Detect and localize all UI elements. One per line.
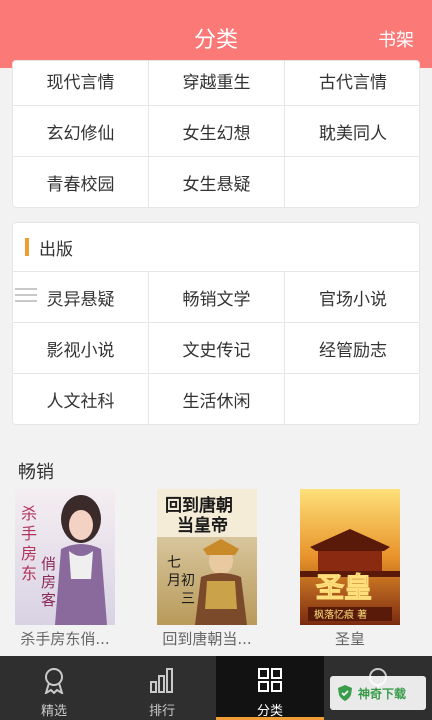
ribbon-icon (44, 668, 64, 694)
category-item[interactable]: 青春校园 (13, 157, 149, 207)
svg-text:客: 客 (41, 591, 56, 609)
category-item[interactable]: 女生悬疑 (149, 157, 285, 207)
category-item[interactable]: 穿越重生 (149, 61, 285, 106)
category-item[interactable]: 文史传记 (149, 323, 285, 374)
book-cover[interactable]: 杀 手 房 东 俏 房 客 (15, 489, 115, 625)
category-grid: 现代言情 穿越重生 古代言情 玄幻修仙 女生幻想 耽美同人 青春校园 女生悬疑 (13, 61, 419, 207)
grid-icon (258, 668, 282, 692)
book-cover[interactable]: 圣皇 枫落忆痕 著 (300, 489, 400, 625)
tab-ranking[interactable]: 排行 (108, 656, 216, 720)
book-cover[interactable]: 回到唐朝 当皇帝 七 月 初 三 (157, 489, 257, 625)
category-item[interactable]: 生活休闲 (149, 374, 285, 424)
publish-card: 出版 灵异悬疑 畅销文学 官场小说 影视小说 文史传记 经管励志 人文社科 生活… (12, 222, 420, 425)
category-item[interactable]: 古代言情 (285, 61, 419, 106)
section-accent-bar (25, 238, 29, 256)
book-item[interactable]: 圣皇 枫落忆痕 著 圣皇 (291, 489, 409, 649)
tab-label: 排行 (148, 704, 175, 719)
tab-category[interactable]: 分类 (216, 656, 324, 720)
category-item[interactable]: 影视小说 (13, 323, 149, 374)
book-item[interactable]: 回到唐朝 当皇帝 七 月 初 三 回到唐朝当... (148, 489, 266, 649)
svg-text:当皇帝: 当皇帝 (177, 515, 228, 536)
svg-text:房: 房 (21, 544, 37, 563)
category-empty-cell (285, 374, 419, 424)
book-title[interactable]: 杀手房东俏... (6, 628, 124, 649)
category-item[interactable]: 玄幻修仙 (13, 106, 149, 157)
category-item[interactable]: 经管励志 (285, 323, 419, 374)
svg-text:月: 月 (167, 573, 181, 589)
svg-text:俏: 俏 (41, 555, 56, 573)
category-item[interactable]: 官场小说 (285, 272, 419, 323)
book-cover-art: 杀 手 房 东 俏 房 客 (15, 489, 115, 625)
svg-text:圣皇: 圣皇 (316, 571, 372, 604)
svg-text:杀: 杀 (21, 504, 37, 523)
book-title[interactable]: 回到唐朝当... (148, 628, 266, 649)
watermark-text: 神奇下载 (358, 686, 407, 701)
category-item[interactable]: 女生幻想 (149, 106, 285, 157)
svg-text:回到唐朝: 回到唐朝 (165, 495, 233, 516)
svg-text:七: 七 (167, 555, 181, 571)
tab-featured[interactable]: 精选 (0, 656, 108, 720)
bar-chart-icon (150, 668, 173, 693)
category-card: 现代言情 穿越重生 古代言情 玄幻修仙 女生幻想 耽美同人 青春校园 女生悬疑 (12, 60, 420, 208)
book-title[interactable]: 圣皇 (291, 628, 409, 649)
watermark-logo: 神奇下载 (330, 676, 426, 710)
category-item[interactable]: 畅销文学 (149, 272, 285, 323)
svg-text:三: 三 (181, 591, 195, 607)
shield-icon (338, 685, 352, 701)
header-bar: 分类 书架 (0, 0, 432, 68)
section-title-publish: 出版 (39, 239, 73, 260)
svg-text:东: 东 (21, 564, 37, 583)
book-cover-art: 圣皇 枫落忆痕 著 (300, 489, 400, 625)
svg-text:初: 初 (181, 572, 195, 589)
tab-label: 精选 (40, 704, 67, 719)
svg-text:手: 手 (21, 524, 37, 543)
tab-label: 分类 (256, 704, 283, 719)
page-title: 分类 (193, 28, 238, 53)
section-title-hot: 畅销 (18, 462, 54, 483)
book-cover-art: 回到唐朝 当皇帝 七 月 初 三 (157, 489, 257, 625)
section-header: 出版 (13, 223, 419, 271)
category-item[interactable]: 耽美同人 (285, 106, 419, 157)
category-empty-cell (285, 157, 419, 207)
category-item[interactable]: 人文社科 (13, 374, 149, 424)
list-menu-icon[interactable] (15, 288, 37, 306)
category-item[interactable]: 现代言情 (13, 61, 149, 106)
publish-grid: 灵异悬疑 畅销文学 官场小说 影视小说 文史传记 经管励志 人文社科 生活休闲 (13, 271, 419, 424)
svg-text:房: 房 (41, 573, 56, 591)
book-item[interactable]: 杀 手 房 东 俏 房 客 杀手房东俏... (6, 489, 124, 649)
svg-text:枫落忆痕 著: 枫落忆痕 著 (314, 608, 367, 621)
bookshelf-button[interactable]: 书架 (378, 26, 414, 52)
